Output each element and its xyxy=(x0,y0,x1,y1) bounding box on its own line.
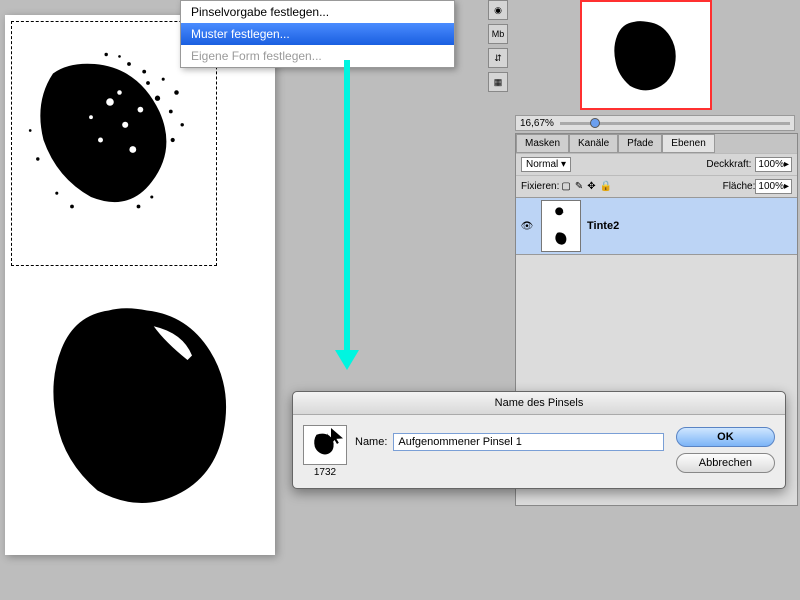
tool-icon-2[interactable]: Mb xyxy=(488,24,508,44)
opacity-value[interactable]: 100%▸ xyxy=(755,157,792,172)
brush-name-dialog: Name des Pinsels 1732 Name: OK Abbrechen xyxy=(292,391,786,489)
brush-name-input[interactable] xyxy=(393,433,663,451)
brush-size: 1732 xyxy=(303,467,347,478)
dialog-title: Name des Pinsels xyxy=(293,392,785,415)
tab-masks[interactable]: Masken xyxy=(516,134,569,153)
tool-icon-3[interactable]: ⇵ xyxy=(488,48,508,68)
brush-preview: 1732 xyxy=(303,425,347,478)
opacity-label: Deckkraft: xyxy=(706,159,751,170)
menu-item-define-shape: Eigene Form festlegen... xyxy=(181,45,454,67)
layer-name[interactable]: Tinte2 xyxy=(587,220,619,232)
ink-blot-scatter xyxy=(15,30,205,250)
annotation-arrow xyxy=(344,60,359,370)
fill-label: Fläche: xyxy=(723,181,756,192)
zoom-slider-knob[interactable] xyxy=(590,118,600,128)
lock-icons[interactable]: ▢✎✥🔒 xyxy=(559,181,614,192)
layer-thumbnail xyxy=(541,200,581,252)
menu-item-define-pattern[interactable]: Muster festlegen... xyxy=(181,23,454,45)
panel-tabs: Masken Kanäle Pfade Ebenen xyxy=(516,134,797,153)
name-label: Name: xyxy=(355,436,387,448)
tab-paths[interactable]: Pfade xyxy=(618,134,662,153)
ink-blot-solid xyxy=(30,275,255,535)
document-canvas[interactable] xyxy=(5,15,275,555)
right-tool-column: ◉ Mb ⇵ ▦ xyxy=(488,0,510,96)
zoom-value: 16,67% xyxy=(520,118,554,129)
zoom-slider[interactable] xyxy=(560,122,790,125)
tool-icon-1[interactable]: ◉ xyxy=(488,0,508,20)
layer-row[interactable]: 👁 Tinte2 xyxy=(516,197,797,255)
cancel-button[interactable]: Abbrechen xyxy=(676,453,775,473)
lock-label: Fixieren: xyxy=(521,181,559,192)
menu-item-define-brush[interactable]: Pinselvorgabe festlegen... xyxy=(181,1,454,23)
ok-button[interactable]: OK xyxy=(676,427,775,447)
navigator-zoom-bar: 16,67% xyxy=(515,115,795,131)
tool-icon-4[interactable]: ▦ xyxy=(488,72,508,92)
blend-mode-select[interactable]: Normal ▾ xyxy=(521,157,571,172)
navigator-preview[interactable] xyxy=(580,0,712,110)
edit-context-menu: Pinselvorgabe festlegen... Muster festle… xyxy=(180,0,455,68)
visibility-icon[interactable]: 👁 xyxy=(519,221,535,232)
tab-channels[interactable]: Kanäle xyxy=(569,134,618,153)
tab-layers[interactable]: Ebenen xyxy=(662,134,714,153)
fill-value[interactable]: 100%▸ xyxy=(755,179,792,194)
